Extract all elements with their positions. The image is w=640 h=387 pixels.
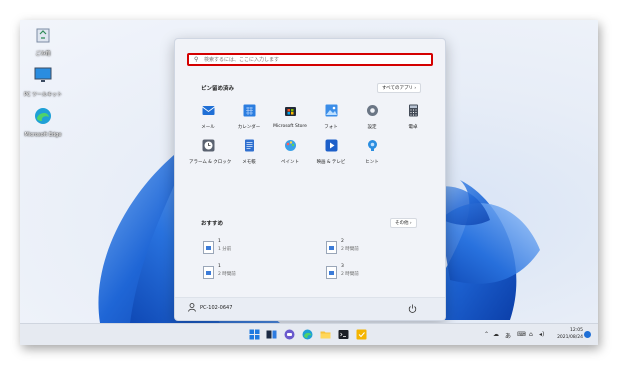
pinned-title: ピン留め済み	[201, 86, 235, 92]
more-button[interactable]: その他 ›	[390, 218, 417, 228]
recommended-item[interactable]: 1 1 分前	[203, 238, 313, 258]
recommended-item[interactable]: 3 2 時間前	[326, 263, 436, 283]
system-clock[interactable]: 12:05 2021/08/24	[551, 327, 583, 341]
screen: ごみ箱 PC ツールキット Microsoft Edge ⚲ ピン留め済み すべ…	[20, 20, 598, 345]
search-input[interactable]	[204, 55, 424, 64]
ime-indicator[interactable]: あ	[505, 331, 511, 340]
alarm-clock-icon	[202, 139, 214, 152]
chat-icon[interactable]	[284, 329, 295, 340]
network-icon[interactable]: ⌂	[529, 331, 533, 338]
start-menu: ⚲ ピン留め済み すべてのアプリ › メール カレンダー Microsoft S…	[174, 38, 446, 321]
start-footer: PC-102-0647	[175, 297, 445, 320]
volume-icon[interactable]: ◂)	[539, 331, 544, 338]
edge-icon[interactable]	[302, 329, 313, 340]
start-icon[interactable]	[249, 329, 260, 340]
chevron-up-icon[interactable]: ⌃	[484, 331, 489, 338]
image-file-icon	[203, 266, 214, 279]
notification-icon[interactable]	[584, 331, 591, 338]
terminal-icon[interactable]	[338, 329, 349, 340]
task-view-icon[interactable]	[266, 329, 277, 340]
calendar-icon	[243, 104, 255, 117]
photos-icon	[325, 104, 337, 117]
image-file-icon	[326, 241, 337, 254]
pinned-app-movies-tv[interactable]: 映画 & テレビ	[312, 137, 350, 165]
mail-icon	[201, 106, 215, 115]
power-icon[interactable]	[408, 304, 417, 313]
recycle-bin-icon	[36, 28, 50, 43]
user-name[interactable]: PC-102-0647	[200, 305, 232, 311]
monitor-icon	[34, 67, 52, 82]
recommended-title: おすすめ	[201, 221, 224, 227]
cloud-icon[interactable]: ☁	[493, 331, 499, 338]
image-file-icon	[326, 266, 337, 279]
desktop-icon-edge[interactable]: Microsoft Edge	[21, 106, 65, 138]
edge-icon	[35, 108, 51, 124]
user-icon[interactable]	[188, 303, 196, 312]
pinned-app-mail[interactable]: メール	[189, 102, 227, 130]
sticky-notes-icon[interactable]	[356, 329, 367, 340]
taskbar: ⌃ ☁ あ ⌨ ⌂ ◂) 12:05 2021/08/24	[20, 323, 598, 345]
pinned-app-notepad[interactable]: メモ帳	[230, 137, 268, 165]
keyboard-icon[interactable]: ⌨	[517, 331, 526, 338]
pinned-app-paint[interactable]: ペイント	[271, 137, 309, 165]
calculator-icon	[408, 104, 418, 117]
pinned-app-calendar[interactable]: カレンダー	[230, 102, 268, 130]
recommended-item[interactable]: 2 2 時間前	[326, 238, 436, 258]
clock-time: 12:05	[570, 328, 583, 333]
pinned-app-tips[interactable]: ヒント	[353, 137, 391, 165]
notepad-icon	[244, 139, 254, 152]
clock-date: 2021/08/24	[557, 335, 583, 340]
pinned-app-store[interactable]: Microsoft Store	[271, 102, 309, 129]
all-apps-button[interactable]: すべてのアプリ ›	[377, 83, 422, 93]
search-icon: ⚲	[194, 56, 199, 63]
tips-icon	[367, 140, 377, 151]
paint-icon	[284, 140, 296, 151]
movies-tv-icon	[325, 139, 337, 152]
desktop-icon-pc[interactable]: PC ツールキット	[21, 65, 65, 98]
store-icon	[284, 107, 296, 116]
pinned-app-settings[interactable]: 設定	[353, 102, 391, 130]
pinned-app-alarms[interactable]: アラーム & クロック	[189, 137, 231, 165]
search-box[interactable]: ⚲	[187, 53, 433, 66]
file-explorer-icon[interactable]	[320, 329, 331, 340]
pinned-app-photos[interactable]: フォト	[312, 102, 350, 130]
recommended-item[interactable]: 1 2 時間前	[203, 263, 313, 283]
desktop-icon-recycle-bin[interactable]: ごみ箱	[21, 24, 65, 57]
pinned-app-calculator[interactable]: 電卓	[394, 102, 432, 130]
settings-icon	[366, 105, 378, 116]
image-file-icon	[203, 241, 214, 254]
